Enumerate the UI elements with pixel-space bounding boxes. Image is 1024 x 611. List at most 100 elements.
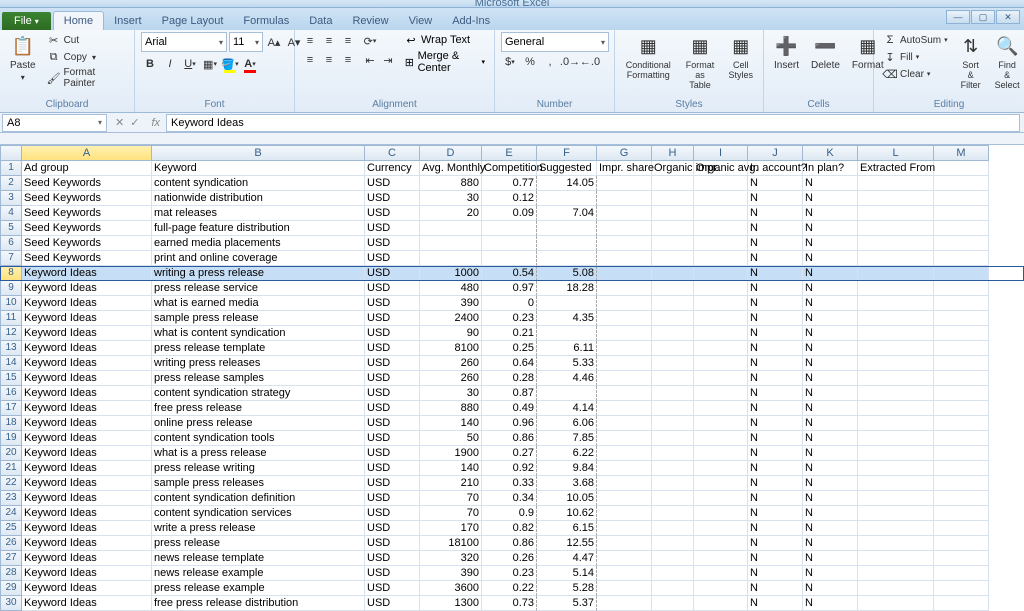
- cell[interactable]: [858, 491, 934, 506]
- cell[interactable]: 0.23: [482, 566, 537, 581]
- cell[interactable]: N: [748, 386, 803, 401]
- align-bottom-button[interactable]: ≡: [339, 32, 357, 50]
- cell[interactable]: [858, 266, 934, 281]
- cell[interactable]: N: [803, 311, 858, 326]
- cell[interactable]: [652, 476, 694, 491]
- cell[interactable]: 210: [420, 476, 482, 491]
- cell[interactable]: [597, 416, 652, 431]
- cell[interactable]: Keyword Ideas: [22, 536, 152, 551]
- cell[interactable]: [694, 341, 748, 356]
- cell[interactable]: [934, 551, 989, 566]
- cell[interactable]: Keyword Ideas: [22, 596, 152, 611]
- cell[interactable]: Avg. Monthly: [420, 161, 482, 176]
- cell[interactable]: N: [803, 176, 858, 191]
- table-row[interactable]: 27Keyword Ideasnews release templateUSD3…: [0, 551, 1024, 566]
- cell[interactable]: USD: [365, 296, 420, 311]
- cell[interactable]: [858, 296, 934, 311]
- row-header[interactable]: 3: [0, 191, 22, 206]
- cell[interactable]: 30: [420, 386, 482, 401]
- col-header-J[interactable]: J: [748, 145, 803, 161]
- cell[interactable]: USD: [365, 461, 420, 476]
- cell[interactable]: 50: [420, 431, 482, 446]
- cell[interactable]: N: [748, 446, 803, 461]
- row-header[interactable]: 5: [0, 221, 22, 236]
- cell[interactable]: USD: [365, 266, 420, 281]
- increase-decimal-button[interactable]: .0→: [561, 53, 579, 71]
- cell[interactable]: N: [803, 251, 858, 266]
- cell[interactable]: online press release: [152, 416, 365, 431]
- cell[interactable]: N: [748, 371, 803, 386]
- cell[interactable]: N: [748, 581, 803, 596]
- cell[interactable]: press release template: [152, 341, 365, 356]
- cell[interactable]: [934, 251, 989, 266]
- cell[interactable]: [420, 221, 482, 236]
- table-row[interactable]: 4Seed Keywordsmat releasesUSD200.097.04N…: [0, 206, 1024, 221]
- cell[interactable]: 0.82: [482, 521, 537, 536]
- cell[interactable]: 5.28: [537, 581, 597, 596]
- merge-center-button[interactable]: ⊞Merge & Center▾: [401, 49, 488, 75]
- cell[interactable]: Organic avg.: [694, 161, 748, 176]
- cell[interactable]: [934, 506, 989, 521]
- cell[interactable]: Keyword Ideas: [22, 566, 152, 581]
- cell[interactable]: Keyword Ideas: [22, 551, 152, 566]
- cell[interactable]: what is earned media: [152, 296, 365, 311]
- cell[interactable]: 140: [420, 416, 482, 431]
- cell[interactable]: N: [748, 461, 803, 476]
- col-header-L[interactable]: L: [858, 145, 934, 161]
- cell[interactable]: [652, 176, 694, 191]
- insert-cells-button[interactable]: ➕Insert: [770, 32, 803, 73]
- cell[interactable]: [652, 566, 694, 581]
- border-button[interactable]: ▦▾: [201, 55, 219, 73]
- cell[interactable]: [597, 251, 652, 266]
- format-painter-button[interactable]: 🖌Format Painter: [44, 66, 128, 90]
- cell[interactable]: what is a press release: [152, 446, 365, 461]
- cell[interactable]: N: [803, 536, 858, 551]
- cell[interactable]: N: [748, 536, 803, 551]
- cell[interactable]: [858, 476, 934, 491]
- cell[interactable]: 4.35: [537, 311, 597, 326]
- cell[interactable]: [858, 341, 934, 356]
- cell[interactable]: [420, 236, 482, 251]
- cell[interactable]: [652, 521, 694, 536]
- cell[interactable]: content syndication services: [152, 506, 365, 521]
- cell[interactable]: [597, 356, 652, 371]
- autosum-button[interactable]: ΣAutoSum▾: [880, 32, 951, 48]
- tab-view[interactable]: View: [399, 12, 443, 30]
- cell[interactable]: sample press release: [152, 311, 365, 326]
- tab-add-ins[interactable]: Add-Ins: [442, 12, 500, 30]
- cell[interactable]: 0.34: [482, 491, 537, 506]
- cell[interactable]: 10.05: [537, 491, 597, 506]
- cell[interactable]: [597, 476, 652, 491]
- file-tab[interactable]: File▾: [2, 12, 51, 30]
- cell[interactable]: 6.11: [537, 341, 597, 356]
- cell[interactable]: [597, 506, 652, 521]
- table-row[interactable]: 9Keyword Ideaspress release serviceUSD48…: [0, 281, 1024, 296]
- cell[interactable]: 12.55: [537, 536, 597, 551]
- cell[interactable]: N: [748, 401, 803, 416]
- cell[interactable]: [597, 596, 652, 611]
- cell[interactable]: 390: [420, 296, 482, 311]
- cell[interactable]: [694, 311, 748, 326]
- cell[interactable]: N: [803, 491, 858, 506]
- cell[interactable]: [597, 326, 652, 341]
- cell[interactable]: 0.73: [482, 596, 537, 611]
- cell[interactable]: [482, 221, 537, 236]
- cell[interactable]: [652, 536, 694, 551]
- cell[interactable]: 0.26: [482, 551, 537, 566]
- cell[interactable]: [597, 176, 652, 191]
- cell[interactable]: USD: [365, 371, 420, 386]
- cell[interactable]: [934, 446, 989, 461]
- cell[interactable]: [597, 296, 652, 311]
- cell[interactable]: N: [803, 296, 858, 311]
- row-header[interactable]: 21: [0, 461, 22, 476]
- table-row[interactable]: 22Keyword Ideassample press releasesUSD2…: [0, 476, 1024, 491]
- cell[interactable]: USD: [365, 476, 420, 491]
- row-header[interactable]: 2: [0, 176, 22, 191]
- cell[interactable]: N: [803, 476, 858, 491]
- cell[interactable]: 0.87: [482, 386, 537, 401]
- cell[interactable]: 0.49: [482, 401, 537, 416]
- cell[interactable]: sample press releases: [152, 476, 365, 491]
- cell[interactable]: [537, 326, 597, 341]
- cell[interactable]: [934, 521, 989, 536]
- cell[interactable]: [652, 326, 694, 341]
